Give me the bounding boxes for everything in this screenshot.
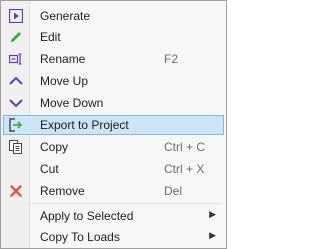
chevron-down-icon [8, 95, 24, 111]
menu-item-label: Apply to Selected [40, 209, 134, 223]
menu-item-label: Generate [40, 9, 91, 23]
menu-item-copy[interactable]: Copy Ctrl + C [3, 137, 224, 157]
menu-item-rename[interactable]: Rename F2 [3, 49, 224, 69]
menu-item-label: Remove [40, 184, 85, 198]
generate-icon [8, 8, 24, 24]
copy-icon [8, 139, 24, 155]
menu-item-apply-to-selected[interactable]: Apply to Selected ▶ [3, 206, 224, 226]
menu-item-move-down[interactable]: Move Down [3, 93, 224, 113]
menu-item-label: Move Down [40, 96, 104, 110]
menu-item-generate[interactable]: Generate [3, 6, 224, 26]
menu-item-label: Copy [40, 140, 69, 154]
menu-item-copy-to-loads[interactable]: Copy To Loads ▶ [3, 227, 224, 247]
rename-icon [8, 51, 24, 67]
export-icon [8, 117, 24, 133]
shortcut-text: F2 [164, 52, 179, 66]
menu-item-move-up[interactable]: Move Up [3, 71, 224, 91]
menu-item-label: Export to Project [40, 118, 129, 132]
menu-item-label: Edit [40, 30, 61, 44]
shortcut-text: Ctrl + C [164, 140, 206, 154]
chevron-up-icon [8, 73, 24, 89]
menu-item-cut[interactable]: Cut Ctrl + X [3, 159, 224, 179]
menu-item-label: Cut [40, 162, 59, 176]
submenu-arrow-icon: ▶ [209, 230, 216, 240]
menu-item-label: Copy To Loads [40, 230, 120, 244]
shortcut-text: Del [164, 184, 183, 198]
pencil-icon [8, 29, 24, 45]
shortcut-text: Ctrl + X [164, 162, 205, 176]
menu-item-export-to-project[interactable]: Export to Project [3, 115, 224, 135]
remove-x-icon [8, 183, 24, 199]
menu-item-label: Rename [40, 52, 86, 66]
menu-separator [31, 203, 221, 204]
menu-item-edit[interactable]: Edit [3, 27, 224, 47]
context-menu: Generate Edit Rename F2 Move Up Move Dow… [0, 0, 227, 249]
submenu-arrow-icon: ▶ [209, 209, 216, 219]
menu-item-label: Move Up [40, 74, 89, 88]
menu-item-remove[interactable]: Remove Del [3, 181, 224, 201]
